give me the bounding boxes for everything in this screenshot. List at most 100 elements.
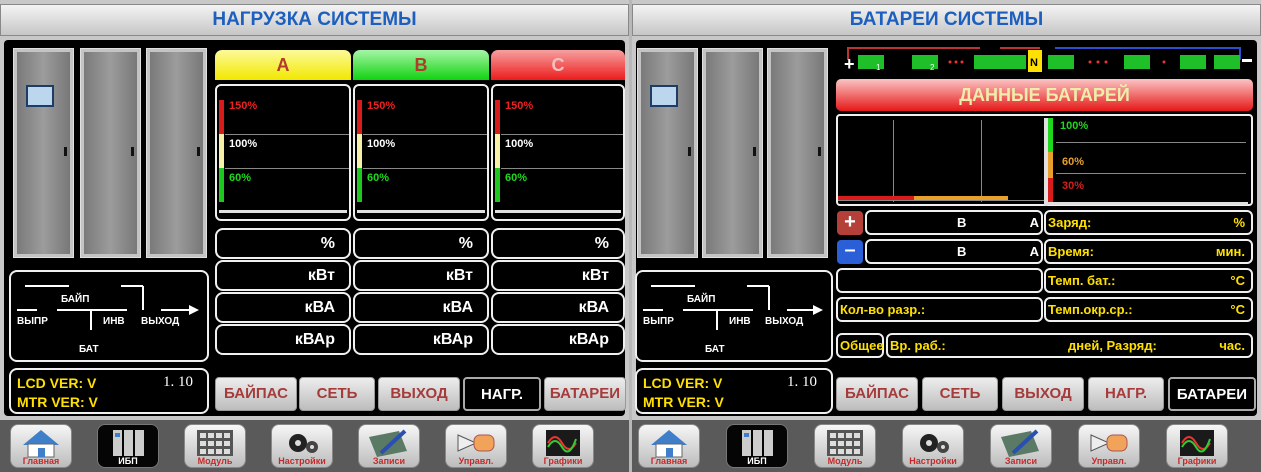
minus-current-unit: А bbox=[1029, 244, 1039, 259]
display-icon bbox=[26, 85, 54, 107]
phase-a-load-bar: 150% 100% 60% bbox=[215, 84, 351, 221]
nav-module[interactable]: Модуль bbox=[184, 424, 246, 468]
nav-ups[interactable]: ИБП bbox=[726, 424, 788, 468]
nav-control[interactable]: Управл. bbox=[1078, 424, 1140, 468]
version-box: LCD VER: V 1. 10 MTR VER: V bbox=[9, 368, 209, 414]
nav-label: Модуль bbox=[197, 456, 233, 466]
ups-cabinet bbox=[637, 48, 698, 258]
nav-label: Записи bbox=[1004, 456, 1038, 466]
runtime-field: Вр. раб.: дней, Разряд: час. bbox=[886, 333, 1253, 358]
battery-panel: БАТАРЕИ СИСТЕМЫ + 1 2 N ДАННЫЕ БАТАРЕЙ 1… bbox=[632, 0, 1261, 472]
nav-label: Графики bbox=[543, 456, 583, 466]
phase-b-kvar: кВАр bbox=[353, 324, 489, 355]
output-label: ВЫХОД bbox=[141, 316, 180, 327]
rectifier-label: ВЫПР bbox=[17, 316, 48, 327]
power-flow-mimic: БАЙП ВЫПР ИНВ ВЫХОД БАТ bbox=[635, 270, 833, 362]
ambient-temp-unit: °С bbox=[1230, 302, 1245, 317]
nav-label: Графики bbox=[1177, 456, 1217, 466]
ambient-temp-field: Темп.окр.ср.: °С bbox=[1044, 297, 1253, 322]
tab-batteries[interactable]: БАТАРЕИ bbox=[1168, 377, 1256, 411]
nav-settings[interactable]: Настройки bbox=[271, 424, 333, 468]
battery-temp-label: Темп. бат.: bbox=[1048, 273, 1116, 288]
nav-label: Управл. bbox=[458, 456, 494, 466]
inverter-label: ИНВ bbox=[729, 316, 751, 327]
records-icon bbox=[1001, 429, 1039, 457]
hours-unit: час. bbox=[1219, 338, 1245, 353]
waveform-icon bbox=[1180, 430, 1214, 456]
nav-settings[interactable]: Настройки bbox=[902, 424, 964, 468]
gears-icon bbox=[920, 434, 949, 453]
runtime-label: Вр. раб.: bbox=[890, 338, 946, 353]
phase-c-kvar: кВАр bbox=[491, 324, 625, 355]
battery-data-title: ДАННЫЕ БАТАРЕЙ bbox=[836, 79, 1253, 111]
inverter-label: ИНВ bbox=[103, 316, 125, 327]
tab-load[interactable]: НАГР. bbox=[1088, 377, 1164, 411]
level-150: 150% bbox=[367, 100, 396, 112]
tab-load[interactable]: НАГР. bbox=[463, 377, 541, 411]
tab-batteries[interactable]: БАТАРЕИ bbox=[544, 377, 626, 411]
nav-label: Настройки bbox=[909, 456, 957, 466]
plus-current-unit: А bbox=[1029, 215, 1039, 230]
discharge-count-label: Кол-во разр.: bbox=[840, 302, 926, 317]
waveform-icon bbox=[546, 430, 580, 456]
tab-bypass[interactable]: БАЙПАС bbox=[215, 377, 297, 411]
battery-label: БАТ bbox=[705, 344, 725, 355]
nav-charts[interactable]: Графики bbox=[532, 424, 594, 468]
level-60: 60% bbox=[505, 172, 528, 184]
module-icon bbox=[197, 430, 233, 456]
nav-label: ИБП bbox=[118, 456, 138, 466]
plus-icon: + bbox=[837, 211, 863, 235]
ambient-temp-label: Темп.окр.ср.: bbox=[1048, 302, 1133, 317]
lcd-version-label: LCD VER: V bbox=[643, 375, 723, 391]
home-icon bbox=[23, 430, 59, 458]
charge-unit: % bbox=[1233, 215, 1245, 230]
nav-home[interactable]: Главная bbox=[638, 424, 700, 468]
phase-c-load-bar: 150% 100% 60% bbox=[491, 84, 625, 221]
level-60: 60% bbox=[367, 172, 390, 184]
time-field: Время: мин. bbox=[1044, 239, 1253, 264]
chain-sub-2: 2 bbox=[930, 63, 935, 72]
ups-cabinet bbox=[13, 48, 74, 258]
tab-output[interactable]: ВЫХОД bbox=[378, 377, 460, 411]
module-icon bbox=[827, 430, 863, 456]
phase-b-header: B bbox=[353, 50, 489, 80]
battery-minus-values: В А bbox=[865, 239, 1043, 264]
nav-control[interactable]: Управл. bbox=[445, 424, 507, 468]
tab-mains[interactable]: СЕТЬ bbox=[299, 377, 375, 411]
battery-label: БАТ bbox=[79, 344, 99, 355]
level-100: 100% bbox=[505, 138, 534, 150]
level-100: 100% bbox=[229, 138, 258, 150]
phase-b-load-bar: 150% 100% 60% bbox=[353, 84, 489, 221]
nav-home[interactable]: Главная bbox=[10, 424, 72, 468]
ups-cabinet bbox=[146, 48, 207, 258]
total-label-cell: Общее bbox=[836, 333, 884, 358]
nav-label: Управл. bbox=[1091, 456, 1127, 466]
phase-b-kw: кВт bbox=[353, 260, 489, 291]
chain-sub-1: 1 bbox=[876, 63, 881, 72]
phase-c-percent: % bbox=[491, 228, 625, 259]
level-150: 150% bbox=[505, 100, 534, 112]
tab-output[interactable]: ВЫХОД bbox=[1002, 377, 1084, 411]
charge-label: Заряд: bbox=[1048, 215, 1092, 230]
nav-ups[interactable]: ИБП bbox=[97, 424, 159, 468]
level-30: 30% bbox=[1062, 180, 1085, 192]
phase-a-kva: кВА bbox=[215, 292, 351, 323]
nav-charts[interactable]: Графики bbox=[1166, 424, 1228, 468]
nav-records[interactable]: Записи bbox=[990, 424, 1052, 468]
nav-records[interactable]: Записи bbox=[358, 424, 420, 468]
ups-icon bbox=[113, 430, 144, 456]
bypass-label: БАЙП bbox=[61, 294, 90, 305]
version-box: LCD VER: V 1. 10 MTR VER: V bbox=[635, 368, 833, 414]
minus-voltage-unit: В bbox=[957, 244, 967, 259]
page-title: НАГРУЗКА СИСТЕМЫ bbox=[0, 4, 629, 36]
time-label: Время: bbox=[1048, 244, 1094, 259]
phase-b-percent: % bbox=[353, 228, 489, 259]
svg-text:+: + bbox=[844, 54, 855, 74]
display-icon bbox=[650, 85, 678, 107]
discharge-count-field: Кол-во разр.: bbox=[836, 297, 1043, 322]
nav-module[interactable]: Модуль bbox=[814, 424, 876, 468]
tab-bypass[interactable]: БАЙПАС bbox=[836, 377, 918, 411]
mtr-version-label: MTR VER: V bbox=[643, 394, 724, 410]
output-label: ВЫХОД bbox=[765, 316, 804, 327]
tab-mains[interactable]: СЕТЬ bbox=[922, 377, 998, 411]
